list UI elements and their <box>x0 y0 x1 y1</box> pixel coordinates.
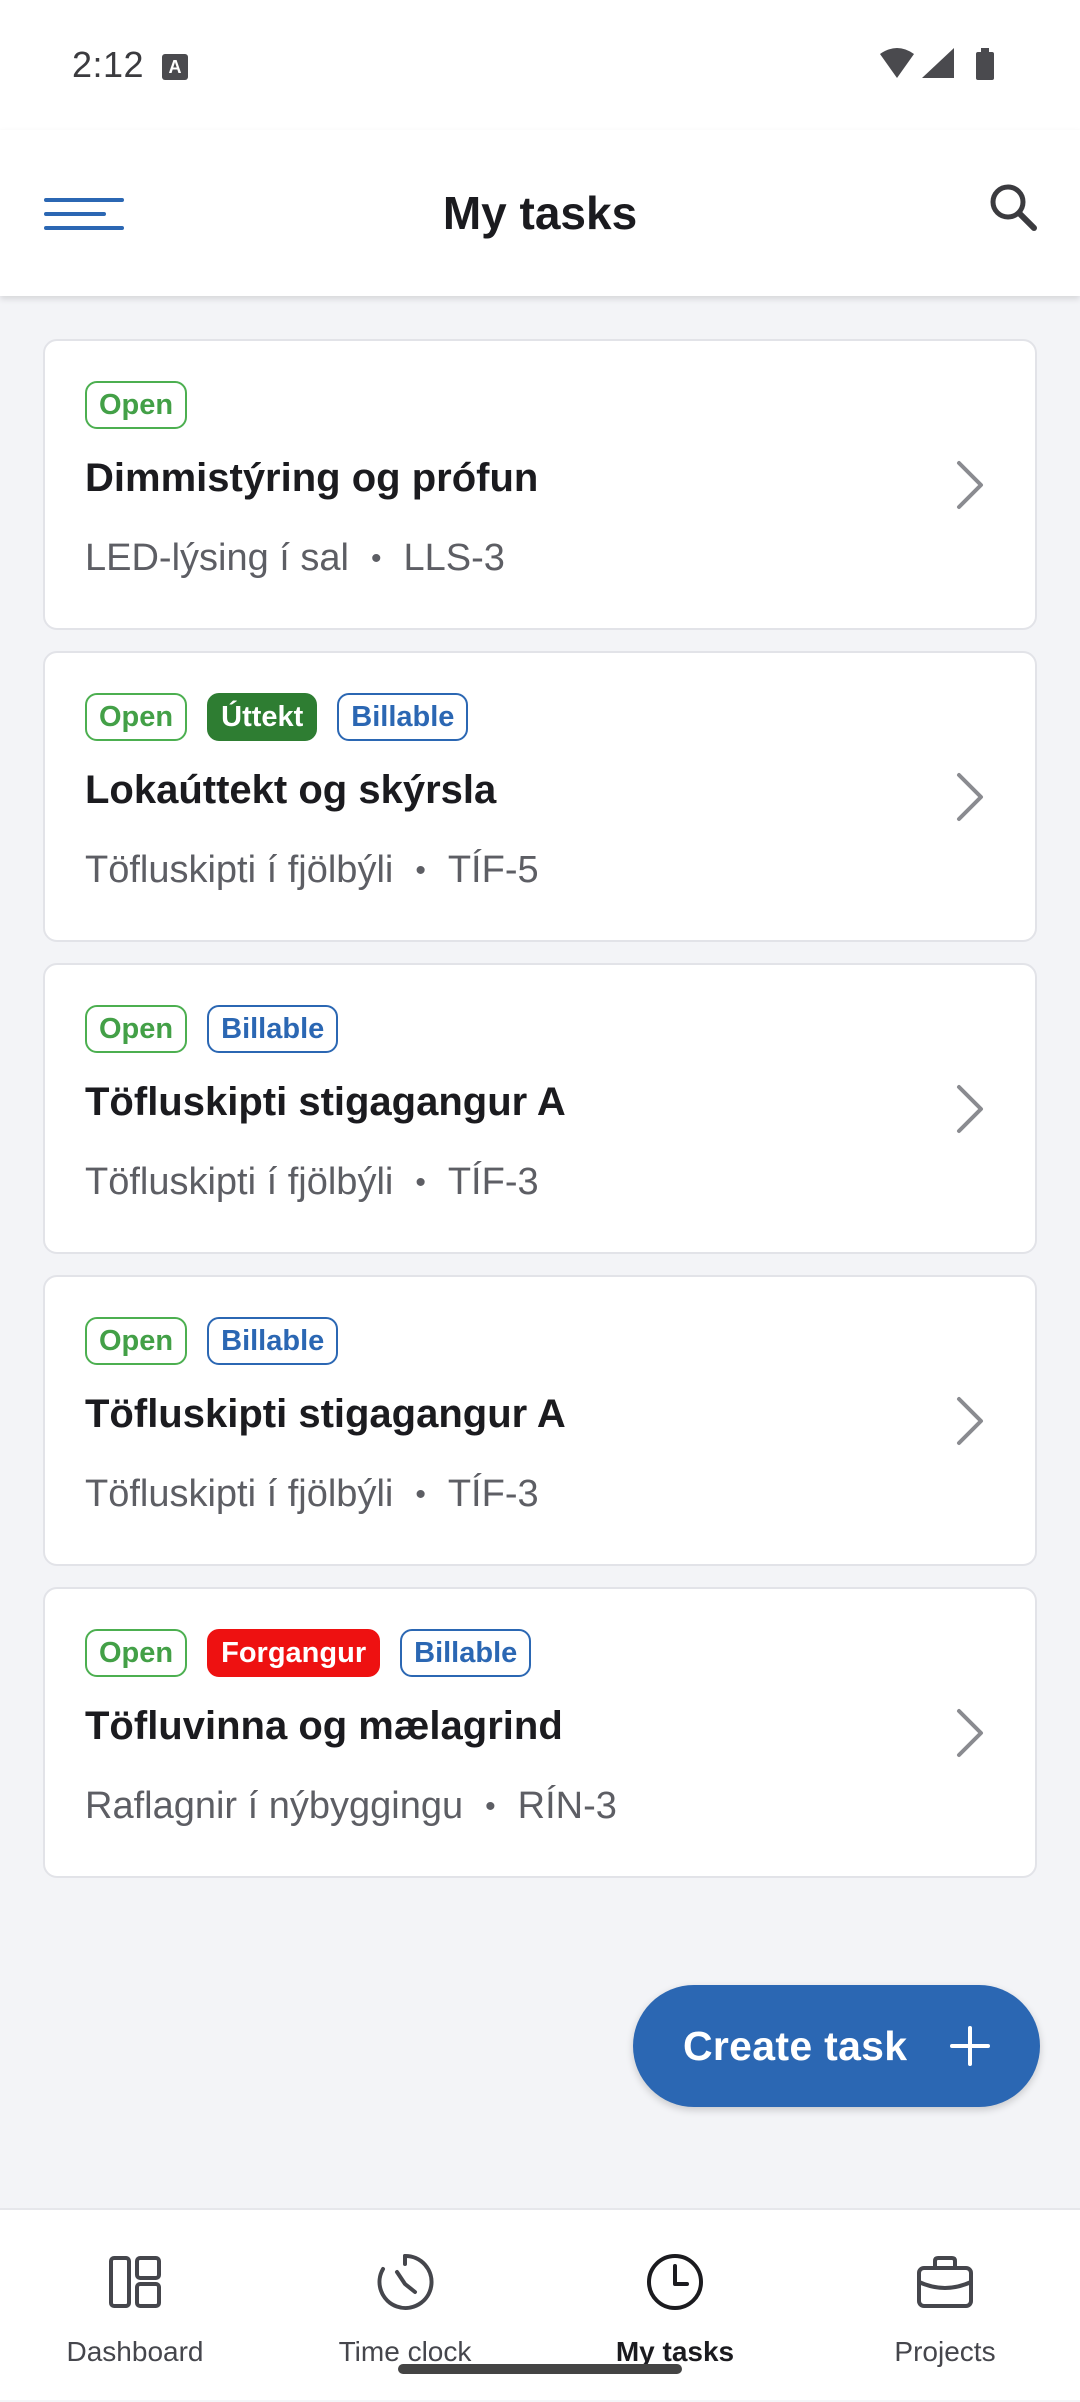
billable-badge: Billable <box>400 1629 532 1677</box>
task-card[interactable]: Open Dimmistýring og prófun LED-lýsing í… <box>43 339 1037 630</box>
task-code: TÍF-3 <box>447 1473 539 1515</box>
task-card[interactable]: Open Úttekt Billable Lokaúttekt og skýrs… <box>43 651 1037 942</box>
status-badge: Open <box>85 381 188 429</box>
chevron-right-icon <box>957 461 983 509</box>
clock-icon <box>647 2254 703 2310</box>
status-badge: Open <box>85 1629 188 1677</box>
task-meta: Töfluskipti í fjölbýli • TÍF-3 <box>85 1161 539 1204</box>
task-code: TÍF-5 <box>447 849 539 891</box>
status-badge: Open <box>85 693 188 741</box>
task-title: Dimmistýring og prófun <box>85 456 539 500</box>
time-clock-icon <box>377 2253 434 2310</box>
task-title: Töfluskipti stigagangur A <box>85 1080 566 1124</box>
nav-item-projects[interactable]: Projects <box>810 2210 1080 2402</box>
task-meta: Töfluskipti í fjölbýli • TÍF-5 <box>85 849 539 892</box>
tag-badge: Úttekt <box>207 693 318 741</box>
task-card[interactable]: Open Billable Töfluskipti stigagangur A … <box>43 1275 1037 1566</box>
status-badge: Open <box>85 1317 188 1365</box>
task-code: RÍN-3 <box>517 1785 617 1827</box>
task-title: Töfluvinna og mælagrind <box>85 1704 563 1748</box>
plus-icon <box>950 2026 990 2066</box>
priority-badge: Forgangur <box>207 1629 381 1677</box>
chevron-right-icon <box>957 1397 983 1445</box>
billable-badge: Billable <box>207 1317 339 1365</box>
briefcase-icon <box>917 2256 973 2308</box>
separator-dot: • <box>370 541 382 575</box>
badge-row: Open <box>85 381 188 429</box>
signal-icon <box>922 48 954 78</box>
separator-dot: • <box>485 1789 496 1823</box>
task-title: Töfluskipti stigagangur A <box>85 1392 566 1436</box>
task-code: TÍF-3 <box>447 1161 539 1203</box>
badge-row: Open Forgangur Billable <box>85 1629 532 1677</box>
separator-dot: • <box>415 853 426 887</box>
task-project: Töfluskipti í fjölbýli <box>85 1161 394 1203</box>
billable-badge: Billable <box>207 1005 339 1053</box>
task-code: LLS-3 <box>403 537 505 579</box>
badge-row: Open Billable <box>85 1005 339 1053</box>
search-icon[interactable] <box>984 178 1044 238</box>
page-title: My tasks <box>442 187 638 239</box>
create-task-label: Create task <box>683 2022 908 2069</box>
home-indicator[interactable] <box>398 2364 682 2374</box>
chevron-right-icon <box>957 1085 983 1133</box>
task-project: Raflagnir í nýbyggingu <box>85 1785 464 1827</box>
dashboard-icon <box>109 2256 161 2308</box>
separator-dot: • <box>415 1165 426 1199</box>
task-project: Töfluskipti í fjölbýli <box>85 849 394 891</box>
status-bar: 2:12 A <box>0 0 1080 130</box>
task-project: LED-lýsing í sal <box>85 537 349 579</box>
badge-row: Open Billable <box>85 1317 339 1365</box>
task-meta: LED-lýsing í sal • LLS-3 <box>85 537 505 580</box>
task-project: Töfluskipti í fjölbýli <box>85 1473 394 1515</box>
status-badge: Open <box>85 1005 188 1053</box>
separator-dot: • <box>415 1477 426 1511</box>
task-card[interactable]: Open Forgangur Billable Töfluvinna og mæ… <box>43 1587 1037 1878</box>
status-time: 2:12 <box>72 44 145 85</box>
task-title: Lokaúttekt og skýrsla <box>85 768 497 812</box>
battery-icon <box>976 48 994 80</box>
nav-label: Dashboard <box>66 2336 204 2367</box>
nav-item-dashboard[interactable]: Dashboard <box>0 2210 270 2402</box>
nav-label: Projects <box>894 2336 996 2367</box>
task-meta: Töfluskipti í fjölbýli • TÍF-3 <box>85 1473 539 1516</box>
wifi-icon <box>880 48 914 78</box>
a-icon: A <box>162 54 188 80</box>
billable-badge: Billable <box>337 693 469 741</box>
task-list: Open Dimmistýring og prófun LED-lýsing í… <box>43 339 1037 1899</box>
task-meta: Raflagnir í nýbyggingu • RÍN-3 <box>85 1785 617 1828</box>
status-icons <box>878 46 1008 86</box>
create-task-button[interactable]: Create task <box>633 1985 1040 2107</box>
chevron-right-icon <box>957 773 983 821</box>
badge-row: Open Úttekt Billable <box>85 693 469 741</box>
task-card[interactable]: Open Billable Töfluskipti stigagangur A … <box>43 963 1037 1254</box>
chevron-right-icon <box>957 1709 983 1757</box>
app-bar: My tasks <box>0 130 1080 296</box>
